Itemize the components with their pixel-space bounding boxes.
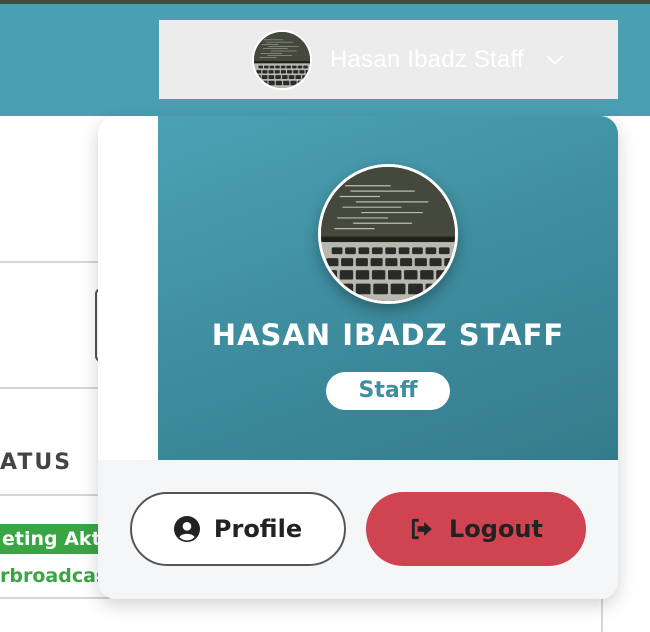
table-header-top-border <box>0 387 98 389</box>
dropdown-left-strip <box>98 116 158 460</box>
avatar-photo <box>254 32 310 88</box>
profile-button-label: Profile <box>213 515 303 543</box>
avatar-large <box>318 164 458 304</box>
avatar <box>252 29 312 90</box>
profile-name: HASAN IBADZ STAFF <box>211 318 565 352</box>
profile-button[interactable]: Profile <box>130 492 346 566</box>
status-badge: eting Akti <box>0 524 112 554</box>
status-column-header: ATUS <box>0 450 73 475</box>
status-text: rbroadcas <box>0 565 108 587</box>
user-dropdown-menu: HASAN IBADZ STAFF Staff Profile Logout <box>98 116 618 599</box>
table-header-bottom-border <box>0 494 98 496</box>
role-badge: Staff <box>326 372 450 410</box>
user-menu-name: Hasan Ibadz Staff <box>330 45 524 73</box>
user-menu-button[interactable]: Hasan Ibadz Staff <box>159 20 618 99</box>
table-row-border <box>0 597 110 599</box>
user-circle-icon <box>173 516 200 542</box>
logout-button[interactable]: Logout <box>366 492 586 566</box>
dropdown-footer: Profile Logout <box>98 460 618 599</box>
table-top-border <box>0 261 98 263</box>
logout-icon <box>411 518 432 540</box>
table-right-border <box>601 599 603 632</box>
chevron-down-icon <box>546 54 563 65</box>
logout-button-label: Logout <box>448 515 543 543</box>
user-profile-card: HASAN IBADZ STAFF Staff <box>158 116 618 460</box>
avatar-large-photo <box>321 167 455 301</box>
